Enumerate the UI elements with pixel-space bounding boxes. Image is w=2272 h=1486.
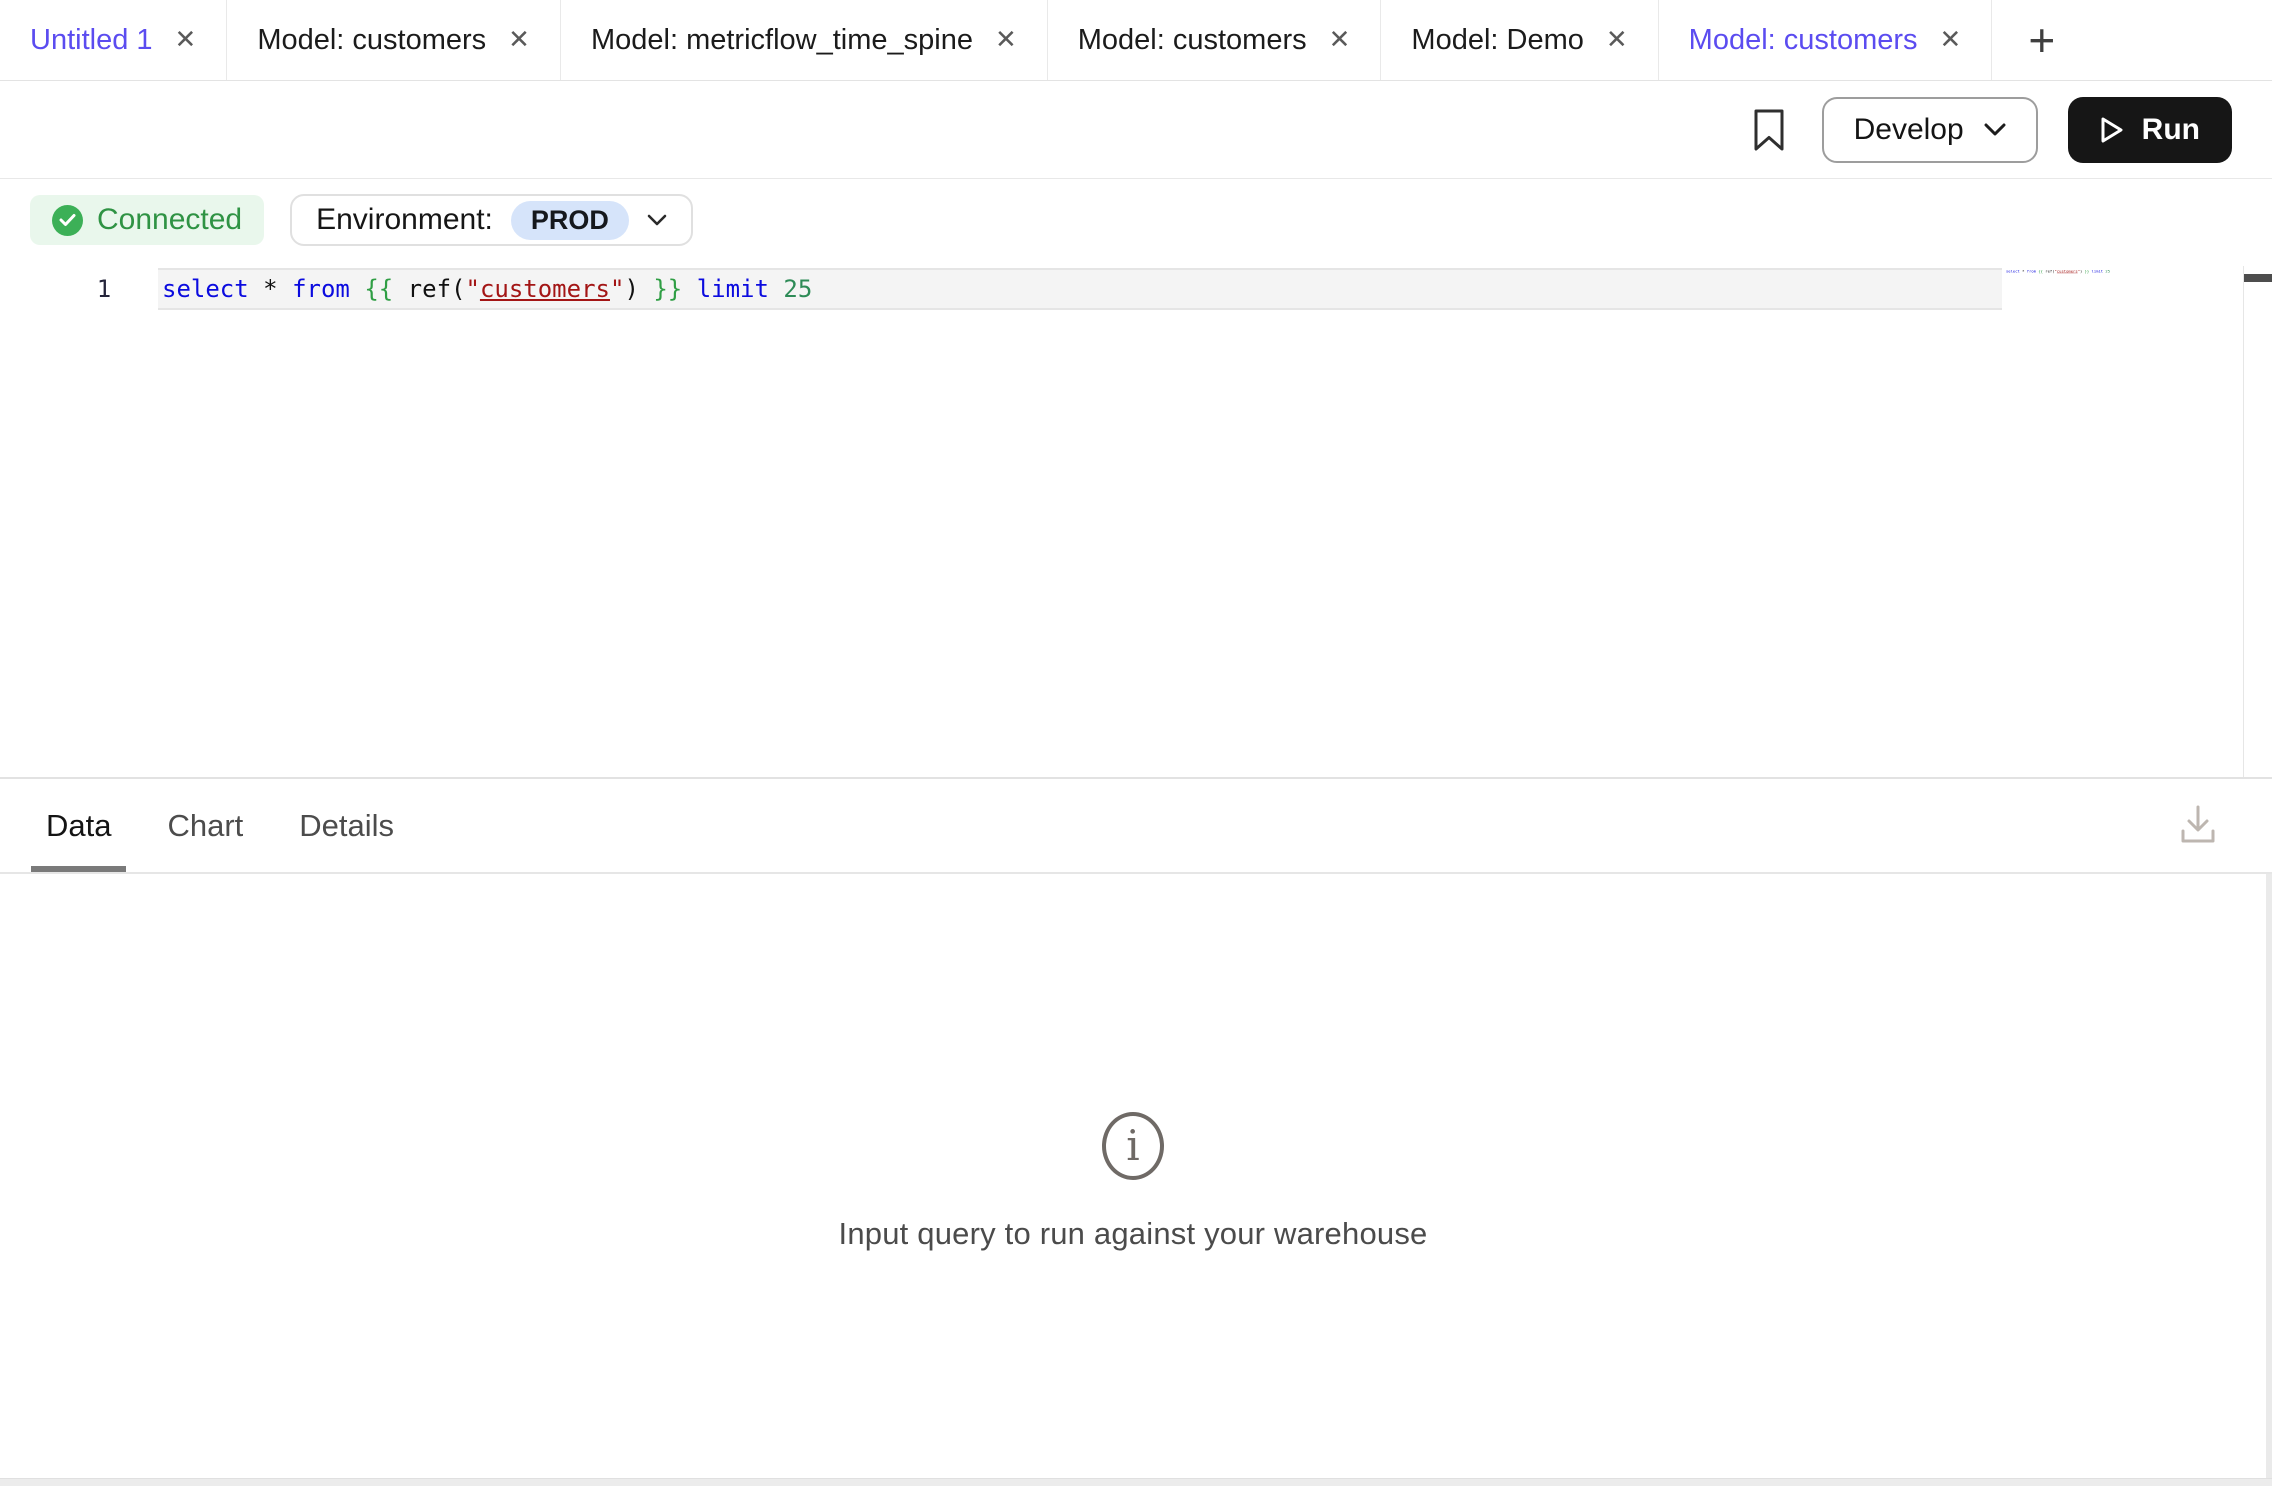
editor-scrollbar[interactable]	[2243, 266, 2272, 777]
tab-label: Untitled 1	[30, 24, 153, 57]
tab-model-metricflow-time-spine[interactable]: Model: metricflow_time_spine ✕	[561, 0, 1048, 80]
empty-state-message: Input query to run against your warehous…	[0, 1216, 2266, 1252]
tab-label: Model: customers	[1078, 24, 1307, 57]
tab-chart-label: Chart	[167, 808, 243, 844]
chevron-down-icon	[1984, 123, 2006, 136]
connected-check-icon	[52, 205, 83, 236]
tab-label: Model: metricflow_time_spine	[591, 24, 973, 57]
tab-data-label: Data	[46, 808, 111, 844]
close-icon[interactable]: ✕	[508, 27, 530, 53]
tab-label: Model: customers	[1689, 24, 1918, 57]
environment-value-badge: PROD	[511, 201, 629, 240]
environment-dropdown[interactable]: Environment: PROD	[290, 194, 693, 246]
close-icon[interactable]: ✕	[995, 27, 1017, 53]
connected-label: Connected	[97, 203, 242, 237]
tab-chart[interactable]: Chart	[167, 779, 243, 872]
results-tab-bar: Data Chart Details	[0, 779, 2272, 874]
bookmark-button[interactable]	[1746, 100, 1792, 160]
close-icon[interactable]: ✕	[1940, 27, 1962, 53]
close-icon[interactable]: ✕	[1606, 27, 1628, 53]
develop-dropdown-button[interactable]: Develop	[1822, 97, 2038, 163]
toolbar: Develop Run	[0, 81, 2272, 179]
bottom-panel-edge	[0, 1478, 2272, 1486]
connection-status-row: Connected Environment: PROD	[30, 194, 693, 246]
tab-model-customers-3[interactable]: Model: customers ✕	[1659, 0, 1993, 80]
download-results-button[interactable]	[2176, 801, 2220, 849]
bookmark-icon	[1754, 109, 1784, 151]
new-tab-button[interactable]: +	[1992, 0, 2091, 80]
tab-model-demo[interactable]: Model: Demo ✕	[1381, 0, 1658, 80]
play-icon	[2100, 116, 2124, 144]
line-number: 1	[86, 268, 122, 310]
editor-scrollbar-thumb[interactable]	[2244, 274, 2272, 282]
tab-untitled-1[interactable]: Untitled 1 ✕	[0, 0, 227, 80]
tab-details[interactable]: Details	[299, 779, 394, 872]
editor-tab-bar: Untitled 1 ✕ Model: customers ✕ Model: m…	[0, 0, 2272, 81]
tab-details-label: Details	[299, 808, 394, 844]
tab-model-customers-1[interactable]: Model: customers ✕	[227, 0, 561, 80]
close-icon[interactable]: ✕	[175, 27, 197, 53]
connected-badge: Connected	[30, 195, 264, 245]
plus-icon: +	[2028, 13, 2055, 67]
develop-label: Develop	[1854, 113, 1964, 147]
tab-label: Model: Demo	[1411, 24, 1583, 57]
editor-minimap[interactable]: select * from {{ ref("customers") }} lim…	[2006, 269, 2110, 273]
tab-label: Model: customers	[257, 24, 486, 57]
tab-data[interactable]: Data	[46, 779, 111, 872]
tab-model-customers-2[interactable]: Model: customers ✕	[1048, 0, 1382, 80]
results-empty-state: i Input query to run against your wareho…	[0, 1112, 2266, 1252]
run-label: Run	[2142, 113, 2200, 147]
chevron-down-icon	[647, 214, 667, 226]
info-icon: i	[1102, 1112, 1164, 1180]
results-scrollbar-track[interactable]	[2266, 874, 2272, 1479]
close-icon[interactable]: ✕	[1329, 27, 1351, 53]
environment-label: Environment:	[316, 203, 493, 237]
code-editor-active-line[interactable]: select * from {{ ref("customers") }} lim…	[158, 268, 2002, 310]
run-button[interactable]: Run	[2068, 97, 2232, 163]
download-icon	[2178, 803, 2218, 847]
